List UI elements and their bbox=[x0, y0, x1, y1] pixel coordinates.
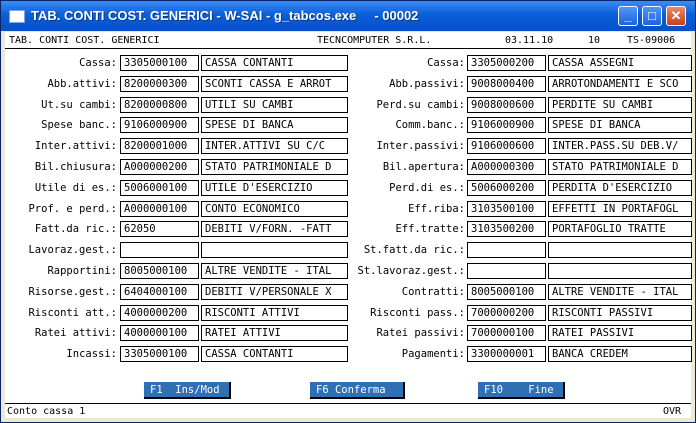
app-icon bbox=[9, 10, 25, 23]
account-code-input[interactable]: 7000000200 bbox=[467, 305, 546, 321]
right-account-row: Perd.di es.: 5006000200 PERDITA D'ESERCIZI… bbox=[5, 180, 692, 198]
account-description-field: PORTAFOGLIO TRATTE bbox=[548, 221, 692, 237]
account-description-field: RISCONTI PASSIVI bbox=[548, 305, 692, 321]
right-account-row: Abb.passivi: 9008000400 ARROTONDAMENTI E S… bbox=[5, 76, 692, 94]
field-label: Cassa: bbox=[427, 57, 465, 69]
right-account-row: Ratei passivi: 7000000100 RATEI PASSIVI bbox=[5, 325, 692, 343]
right-account-row: Risconti pass.: 7000000200 RISCONTI PASSIV… bbox=[5, 305, 692, 323]
form-name: TAB. CONTI COST. GENERICI bbox=[9, 35, 160, 46]
close-icon[interactable]: ✕ bbox=[666, 6, 686, 26]
right-account-row: Bil.apertura: A000000300 STATO PATRIMONIAL… bbox=[5, 159, 692, 177]
account-code-input[interactable]: 3103500100 bbox=[467, 201, 546, 217]
account-code-input[interactable] bbox=[467, 242, 546, 258]
account-description-field bbox=[548, 263, 692, 279]
right-account-row: Contratti: 8005000100 ALTRE VENDITE - ITAL bbox=[5, 284, 692, 302]
right-account-row: Perd.su cambi: 9008000600 PERDITE SU CAMBI bbox=[5, 97, 692, 115]
account-code-input[interactable]: 9008000400 bbox=[467, 76, 546, 92]
header-date: 03.11.10 bbox=[505, 35, 554, 46]
field-label: Abb.passivi: bbox=[389, 78, 465, 90]
account-description-field: EFFETTI IN PORTAFOGL bbox=[548, 201, 692, 217]
field-label: Ratei passivi: bbox=[376, 327, 465, 339]
account-code-input[interactable]: 7000000100 bbox=[467, 325, 546, 341]
maximize-icon[interactable]: □ bbox=[642, 6, 662, 26]
minimize-icon[interactable]: _ bbox=[618, 6, 638, 26]
account-description-field: PERDITE SU CAMBI bbox=[548, 97, 692, 113]
account-code-input[interactable]: 3305000200 bbox=[467, 55, 546, 71]
f10-fine-button[interactable]: F10 Fine bbox=[478, 382, 565, 399]
field-label: Pagamenti: bbox=[401, 348, 465, 360]
header-divider bbox=[5, 48, 691, 49]
company-name: TECNCOMPUTER S.R.L. bbox=[317, 35, 432, 46]
right-account-row: Inter.passivi: 9106000600 INTER.PASS.SU DE… bbox=[5, 138, 692, 156]
right-account-row: St.lavoraz.gest.: bbox=[5, 263, 692, 281]
account-code-input[interactable]: 3300000001 bbox=[467, 346, 546, 362]
account-description-field: STATO PATRIMONIALE D bbox=[548, 159, 692, 175]
account-description-field: INTER.PASS.SU DEB.V/ bbox=[548, 138, 692, 154]
status-message: Conto cassa 1 bbox=[7, 406, 86, 417]
account-code-input[interactable]: 5006000200 bbox=[467, 180, 546, 196]
field-label: Inter.passivi: bbox=[376, 140, 465, 152]
account-description-field: RATEI PASSIVI bbox=[548, 325, 692, 341]
right-account-row: Cassa: 3305000200 CASSA ASSEGNI bbox=[5, 55, 692, 73]
field-label: Risconti pass.: bbox=[370, 307, 465, 319]
field-label: Comm.banc.: bbox=[395, 119, 465, 131]
app-window: TAB. CONTI COST. GENERICI - W-SAI - g_ta… bbox=[0, 0, 696, 423]
field-label: Perd.di es.: bbox=[389, 182, 465, 194]
account-code-input[interactable]: A000000300 bbox=[467, 159, 546, 175]
account-code-input[interactable] bbox=[467, 263, 546, 279]
account-code-input[interactable]: 9106000600 bbox=[467, 138, 546, 154]
field-label: Perd.su cambi: bbox=[376, 99, 465, 111]
field-label: Contratti: bbox=[401, 286, 465, 298]
account-code-input[interactable]: 9106000900 bbox=[467, 117, 546, 133]
account-description-field: ARROTONDAMENTI E SCO bbox=[548, 76, 692, 92]
window-title: TAB. CONTI COST. GENERICI - W-SAI - g_ta… bbox=[31, 8, 419, 23]
field-label: Eff.tratte: bbox=[395, 223, 465, 235]
account-code-input[interactable]: 3103500200 bbox=[467, 221, 546, 237]
f6-conferma-button[interactable]: F6 Conferma bbox=[310, 382, 405, 399]
account-description-field: ALTRE VENDITE - ITAL bbox=[548, 284, 692, 300]
right-account-row: Eff.riba: 3103500100 EFFETTI IN PORTAFOGL bbox=[5, 201, 692, 219]
f1-insmod-button[interactable]: F1 Ins/Mod bbox=[144, 382, 231, 399]
header-code: TS-09006 bbox=[627, 35, 676, 46]
account-description-field: SPESE DI BANCA bbox=[548, 117, 692, 133]
title-bar[interactable]: TAB. CONTI COST. GENERICI - W-SAI - g_ta… bbox=[1, 1, 695, 31]
insert-mode-indicator: OVR bbox=[663, 406, 682, 417]
right-account-row: Eff.tratte: 3103500200 PORTAFOGLIO TRATTE bbox=[5, 221, 692, 239]
account-code-input[interactable]: 9008000600 bbox=[467, 97, 546, 113]
account-description-field bbox=[548, 242, 692, 258]
form-area: TAB. CONTI COST. GENERICI TECNCOMPUTER S… bbox=[5, 32, 692, 418]
account-description-field: PERDITA D'ESERCIZIO bbox=[548, 180, 692, 196]
right-account-row: St.fatt.da ric.: bbox=[5, 242, 692, 260]
field-label: Bil.apertura: bbox=[382, 161, 465, 173]
status-bar: Conto cassa 1 OVR bbox=[5, 404, 691, 418]
account-code-input[interactable]: 8005000100 bbox=[467, 284, 546, 300]
header-number: 10 bbox=[588, 35, 601, 46]
field-label: St.fatt.da ric.: bbox=[363, 244, 465, 256]
right-account-row: Pagamenti: 3300000001 BANCA CREDEM bbox=[5, 346, 692, 364]
right-account-row: Comm.banc.: 9106000900 SPESE DI BANCA bbox=[5, 117, 692, 135]
account-description-field: CASSA ASSEGNI bbox=[548, 55, 692, 71]
field-label: St.lavoraz.gest.: bbox=[357, 265, 465, 277]
account-description-field: BANCA CREDEM bbox=[548, 346, 692, 362]
field-label: Eff.riba: bbox=[408, 203, 465, 215]
